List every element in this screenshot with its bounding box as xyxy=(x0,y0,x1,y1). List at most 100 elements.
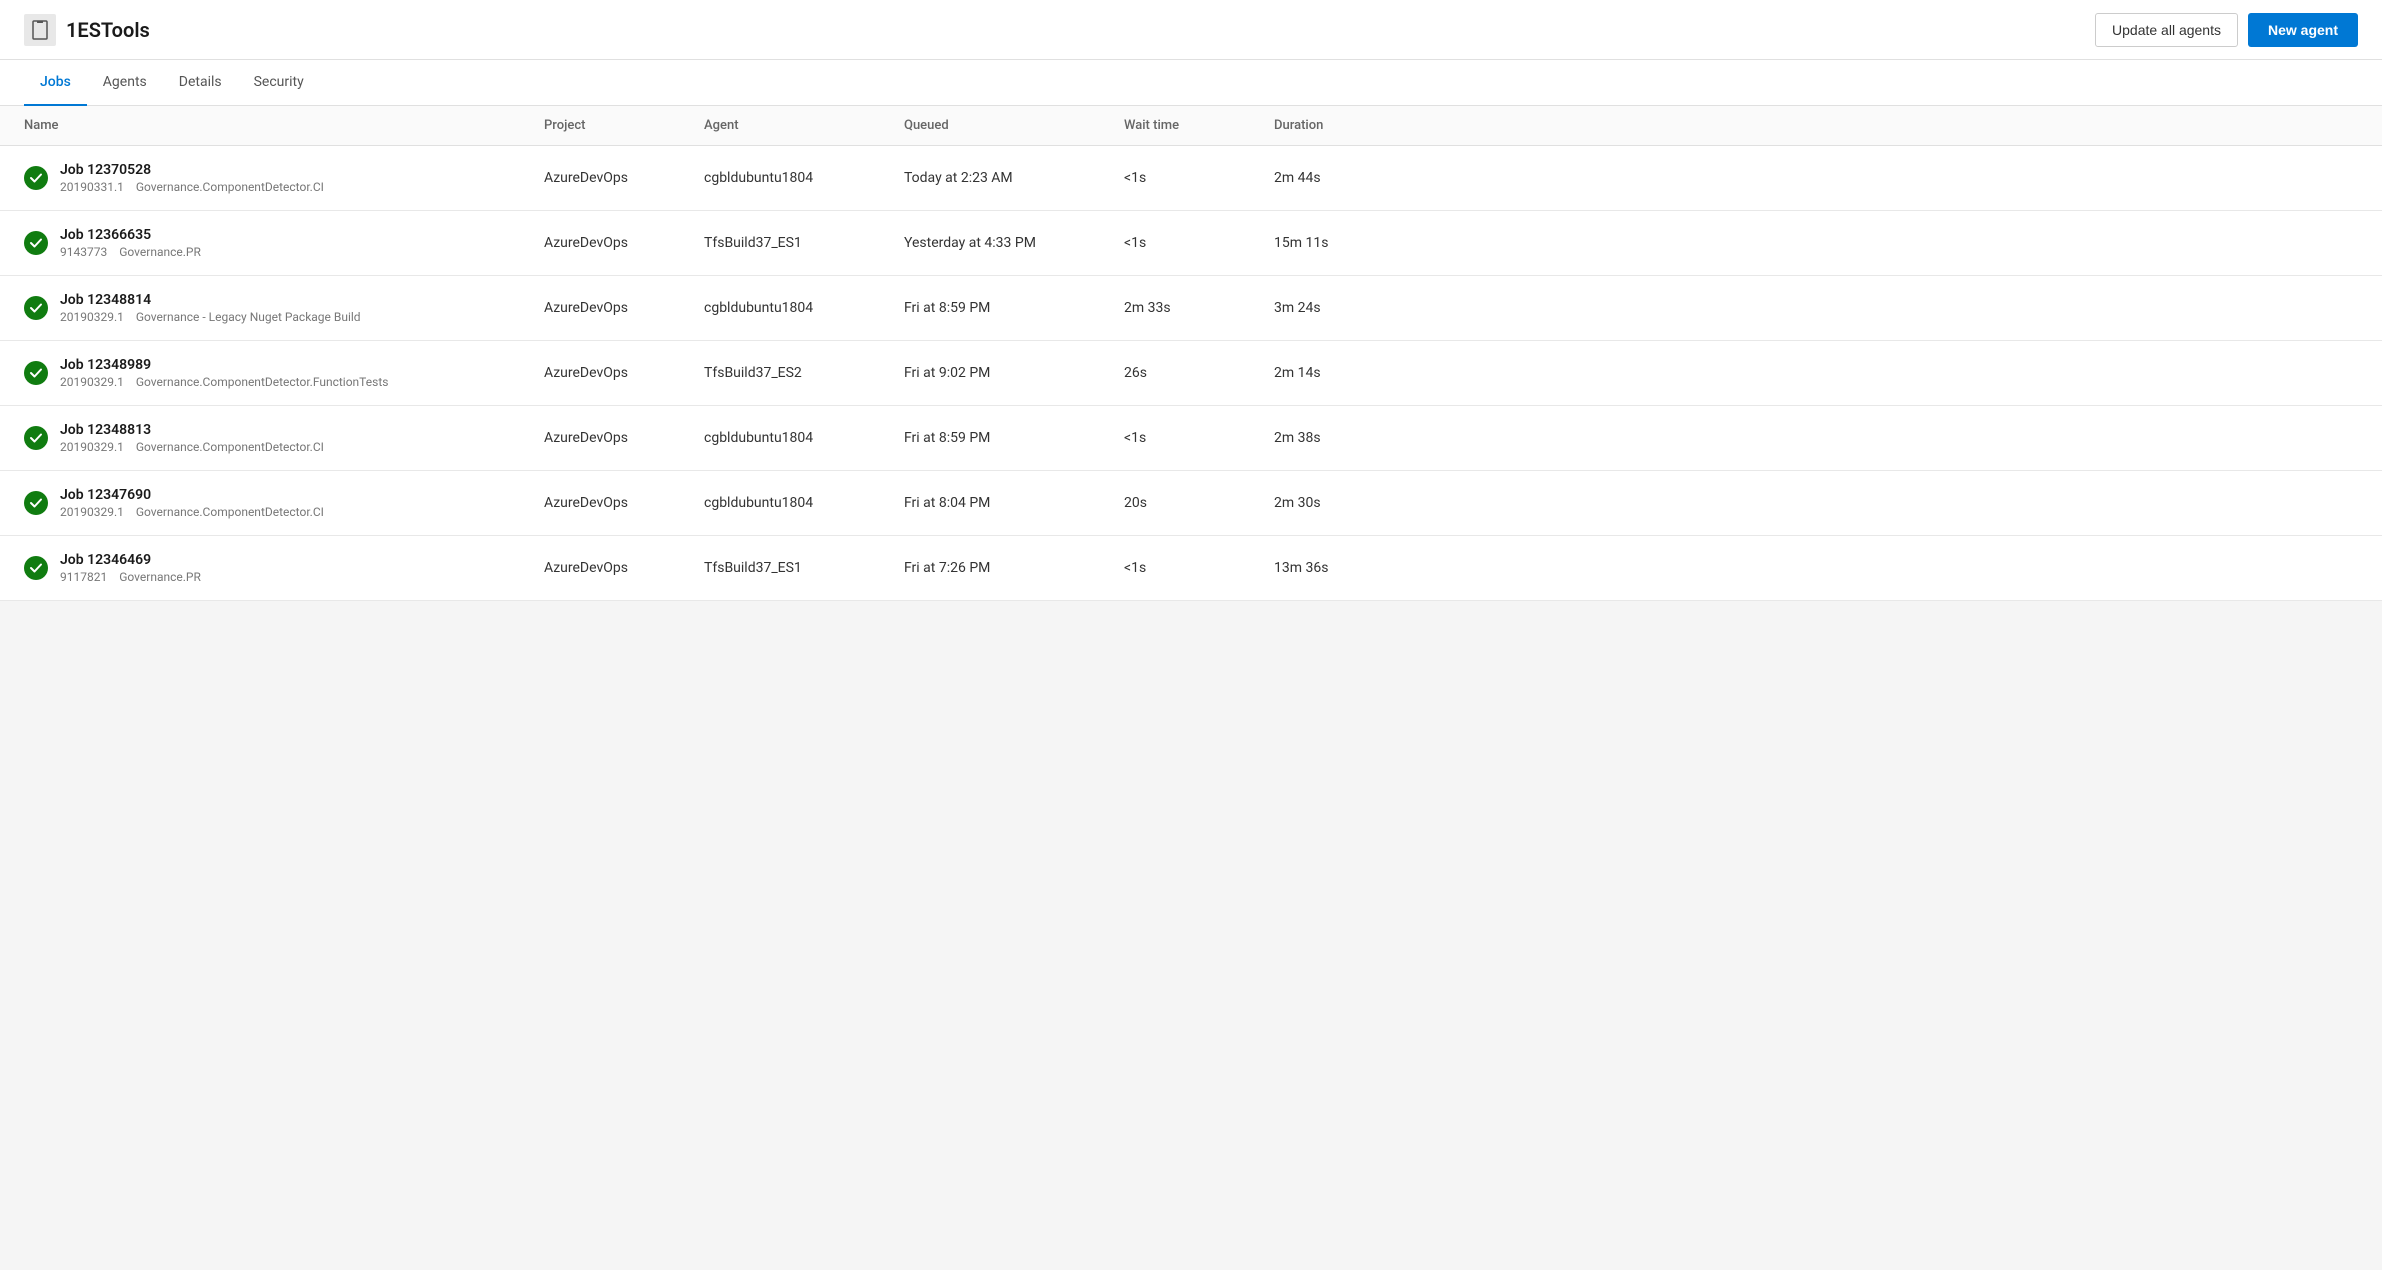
job-cell-6: Job 12346469 9117821 Governance.PR xyxy=(24,552,544,584)
job-cell-2: Job 12348814 20190329.1 Governance - Legac… xyxy=(24,292,544,324)
agent-cell: cgbldubuntu1804 xyxy=(704,170,904,186)
project-cell: AzureDevOps xyxy=(544,430,704,446)
queued-cell: Fri at 8:04 PM xyxy=(904,495,1124,511)
job-info: Job 12370528 20190331.1 Governance.Compone… xyxy=(60,162,324,194)
job-info: Job 12366635 9143773 Governance.PR xyxy=(60,227,201,259)
col-header-wait_time: Wait time xyxy=(1124,118,1274,133)
queued-cell: Fri at 9:02 PM xyxy=(904,365,1124,381)
job-info: Job 12346469 9117821 Governance.PR xyxy=(60,552,201,584)
col-header-agent: Agent xyxy=(704,118,904,133)
job-name[interactable]: Job 12366635 xyxy=(60,227,201,243)
agent-cell: TfsBuild37_ES2 xyxy=(704,365,904,381)
queued-cell: Yesterday at 4:33 PM xyxy=(904,235,1124,251)
job-name[interactable]: Job 12347690 xyxy=(60,487,324,503)
header: 1ESTools Update all agents New agent xyxy=(0,0,2382,60)
new-agent-button[interactable]: New agent xyxy=(2248,13,2358,47)
job-id: 20190329.1 xyxy=(60,310,124,324)
job-pipeline: Governance.PR xyxy=(119,245,201,259)
tab-security[interactable]: Security xyxy=(238,60,320,106)
table-row[interactable]: Job 12348989 20190329.1 Governance.Compone… xyxy=(0,341,2382,406)
job-info: Job 12348989 20190329.1 Governance.Compone… xyxy=(60,357,388,389)
job-pipeline: Governance.ComponentDetector.CI xyxy=(136,505,324,519)
update-all-agents-button[interactable]: Update all agents xyxy=(2095,13,2238,47)
duration-cell: 2m 38s xyxy=(1274,430,1424,446)
status-success-icon xyxy=(24,491,48,515)
status-success-icon xyxy=(24,166,48,190)
job-name[interactable]: Job 12346469 xyxy=(60,552,201,568)
job-cell-1: Job 12366635 9143773 Governance.PR xyxy=(24,227,544,259)
job-meta: 20190329.1 Governance.ComponentDetector.C… xyxy=(60,505,324,519)
status-success-icon xyxy=(24,361,48,385)
project-cell: AzureDevOps xyxy=(544,235,704,251)
job-info: Job 1234881320190329.1Governance.Compone… xyxy=(60,422,324,454)
tab-agents[interactable]: Agents xyxy=(87,60,163,106)
duration-cell: 15m 11s xyxy=(1274,235,1424,251)
col-header-name: Name xyxy=(24,118,544,133)
queued-cell: Fri at 8:59 PM xyxy=(904,300,1124,316)
job-meta: 20190329.1 Governance.ComponentDetector.F… xyxy=(60,375,388,389)
nav-tabs: JobsAgentsDetailsSecurity xyxy=(0,60,2382,106)
agent-cell: TfsBuild37_ES1 xyxy=(704,235,904,251)
job-info: Job 12347690 20190329.1 Governance.Compone… xyxy=(60,487,324,519)
wait-time-cell: 20s xyxy=(1124,495,1274,511)
job-name[interactable]: Job 12348814 xyxy=(60,292,361,308)
table-body: Job 12370528 20190331.1 Governance.Compone… xyxy=(0,146,2382,601)
job-meta: 9117821 Governance.PR xyxy=(60,570,201,584)
status-success-icon xyxy=(24,426,48,450)
job-id: 20190329.1 xyxy=(60,375,124,389)
logo-icon xyxy=(24,14,56,46)
job-pipeline: Governance.PR xyxy=(119,570,201,584)
job-cell-3: Job 12348989 20190329.1 Governance.Compone… xyxy=(24,357,544,389)
wait-time-cell: 2m 33s xyxy=(1124,300,1274,316)
job-meta: 9143773 Governance.PR xyxy=(60,245,201,259)
queued-cell: Today at 2:23 AM xyxy=(904,170,1124,186)
project-cell: AzureDevOps xyxy=(544,170,704,186)
queued-cell: Fri at 8:59 PM xyxy=(904,430,1124,446)
duration-cell: 13m 36s xyxy=(1274,560,1424,576)
status-success-icon xyxy=(24,296,48,320)
table-container: NameProjectAgentQueuedWait timeDuration … xyxy=(0,106,2382,601)
table-row[interactable]: Job 12366635 9143773 Governance.PR AzureDev… xyxy=(0,211,2382,276)
job-id: 20190329.1 xyxy=(60,440,124,454)
job-name[interactable]: Job 12348989 xyxy=(60,357,388,373)
job-pipeline: Governance - Legacy Nuget Package Build xyxy=(136,310,361,324)
duration-cell: 3m 24s xyxy=(1274,300,1424,316)
job-id: 20190331.1 xyxy=(60,180,124,194)
job-cell-0: Job 12370528 20190331.1 Governance.Compone… xyxy=(24,162,544,194)
agent-cell: cgbldubuntu1804 xyxy=(704,430,904,446)
wait-time-cell: 26s xyxy=(1124,365,1274,381)
job-cell-4: Job 1234881320190329.1Governance.Compone… xyxy=(24,422,544,454)
header-logo: 1ESTools xyxy=(24,14,2095,46)
job-meta: 20190329.1 Governance - Legacy Nuget Pack… xyxy=(60,310,361,324)
col-header-project: Project xyxy=(544,118,704,133)
table-row[interactable]: Job 12348814 20190329.1 Governance - Legac… xyxy=(0,276,2382,341)
job-pipeline: Governance.ComponentDetector.FunctionTes… xyxy=(136,375,389,389)
col-header-duration: Duration xyxy=(1274,118,1424,133)
job-info: Job 12348814 20190329.1 Governance - Legac… xyxy=(60,292,361,324)
project-cell: AzureDevOps xyxy=(544,560,704,576)
job-name[interactable]: Job 12348813 xyxy=(60,422,324,438)
table-row[interactable]: Job 1234881320190329.1Governance.Compone… xyxy=(0,406,2382,471)
agent-cell: TfsBuild37_ES1 xyxy=(704,560,904,576)
job-name[interactable]: Job 12370528 xyxy=(60,162,324,178)
table-row[interactable]: Job 12370528 20190331.1 Governance.Compone… xyxy=(0,146,2382,211)
duration-cell: 2m 30s xyxy=(1274,495,1424,511)
job-id: 20190329.1 xyxy=(60,505,124,519)
wait-time-cell: <1s xyxy=(1124,560,1274,576)
agent-cell: cgbldubuntu1804 xyxy=(704,300,904,316)
project-cell: AzureDevOps xyxy=(544,495,704,511)
job-pipeline: Governance.ComponentDetector.CI xyxy=(136,180,324,194)
tab-details[interactable]: Details xyxy=(163,60,238,106)
table-row[interactable]: Job 12347690 20190329.1 Governance.Compone… xyxy=(0,471,2382,536)
job-id: 9143773 xyxy=(60,245,107,259)
tab-jobs[interactable]: Jobs xyxy=(24,60,87,106)
status-success-icon xyxy=(24,556,48,580)
content: NameProjectAgentQueuedWait timeDuration … xyxy=(0,106,2382,601)
wait-time-cell: <1s xyxy=(1124,430,1274,446)
queued-cell: Fri at 7:26 PM xyxy=(904,560,1124,576)
table-row[interactable]: Job 12346469 9117821 Governance.PR AzureDev… xyxy=(0,536,2382,601)
col-header-queued: Queued xyxy=(904,118,1124,133)
project-cell: AzureDevOps xyxy=(544,365,704,381)
job-id: 9117821 xyxy=(60,570,107,584)
status-success-icon xyxy=(24,231,48,255)
